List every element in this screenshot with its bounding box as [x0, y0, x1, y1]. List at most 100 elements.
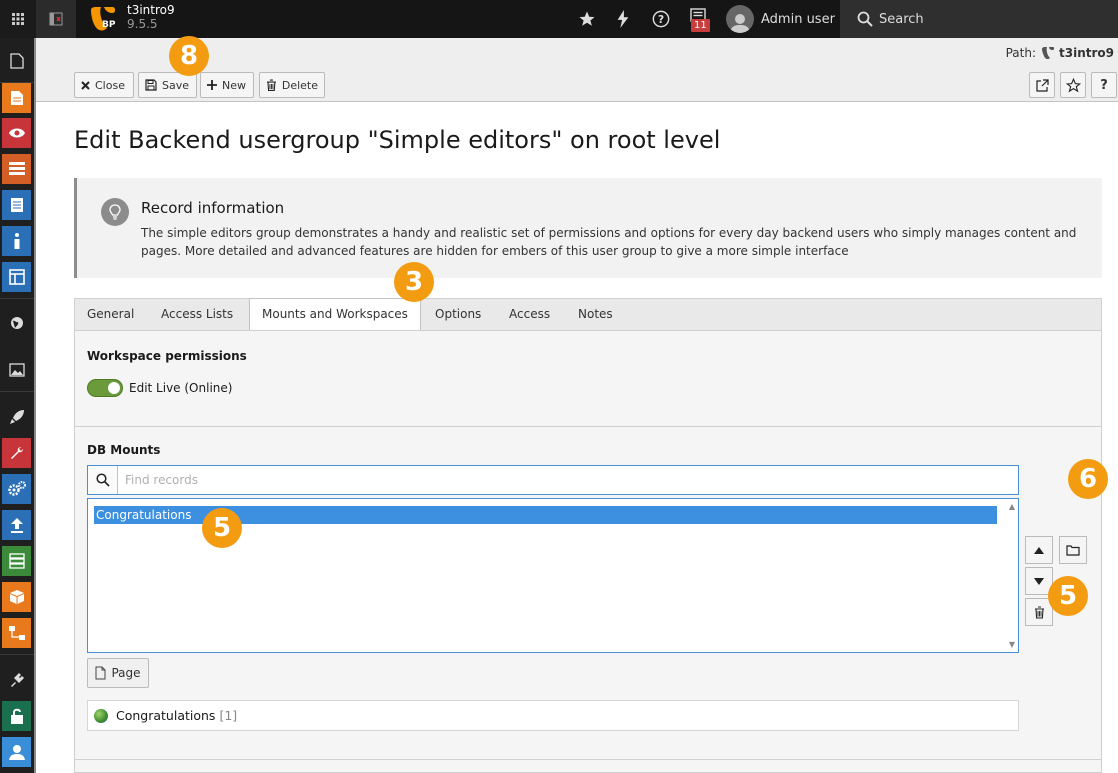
breadcrumb: Path: t3intro9 — [1006, 46, 1114, 60]
unlock-icon — [10, 708, 23, 724]
search-icon — [88, 466, 118, 494]
save-icon — [145, 79, 157, 91]
sidebar-item-plugin[interactable] — [2, 665, 31, 695]
open-in-new-window-button[interactable] — [1029, 72, 1055, 98]
new-button[interactable]: New — [200, 72, 254, 98]
module-menu-button[interactable] — [0, 0, 36, 38]
sidebar-item-form[interactable] — [2, 190, 31, 220]
close-button[interactable]: Close — [74, 72, 134, 98]
form-icon — [10, 198, 23, 212]
help-button[interactable]: ? — [643, 0, 679, 38]
sidebar-item-permissions[interactable] — [2, 701, 31, 731]
collapse-tree-icon — [49, 12, 63, 26]
star-icon — [579, 11, 595, 26]
navigation-toggle-button[interactable] — [36, 0, 76, 38]
rocket-icon — [9, 410, 24, 424]
sitemap-icon — [8, 626, 25, 640]
list-icon — [8, 162, 25, 175]
callout-title: Record information — [141, 199, 285, 217]
svg-text:?: ? — [658, 13, 664, 26]
find-records-input[interactable] — [119, 466, 1018, 494]
wrench-icon — [10, 447, 23, 459]
sidebar-item-sites[interactable] — [2, 308, 31, 338]
help-circle-icon: ? — [652, 10, 670, 28]
info-icon — [14, 233, 19, 249]
top-bar: BP t3intro9 9.5.5 ? 11 Admin user Search — [0, 0, 1118, 38]
template-icon — [8, 269, 25, 285]
bookmark-button[interactable] — [1060, 72, 1086, 98]
annotation-marker-save: 8 — [169, 36, 209, 76]
context-help-button[interactable]: ? — [1091, 72, 1117, 98]
annotation-marker-list: 5 — [202, 508, 242, 548]
tab-access-lists[interactable]: Access Lists — [149, 299, 245, 330]
move-up-button[interactable] — [1025, 536, 1053, 564]
annotation-marker-browse: 6 — [1068, 459, 1108, 499]
tab-mounts-and-workspaces[interactable]: Mounts and Workspaces — [249, 298, 421, 331]
grid-icon — [12, 13, 24, 25]
tab-options[interactable]: Options — [423, 299, 493, 330]
db-mounts-title: DB Mounts — [87, 443, 161, 457]
question-mark-icon: ? — [1100, 77, 1108, 93]
site-logo[interactable]: BP — [88, 4, 118, 34]
scroll-down-arrow-icon[interactable]: ▼ — [1009, 640, 1015, 649]
sidebar-item-environment[interactable] — [2, 546, 31, 576]
add-page-button[interactable]: Page — [87, 658, 149, 688]
tab-general[interactable]: General — [75, 299, 146, 330]
add-page-label: Page — [111, 666, 141, 680]
divider — [75, 426, 1101, 427]
globe-icon — [10, 317, 23, 329]
trash-icon — [266, 79, 276, 91]
delete-button[interactable]: Delete — [259, 72, 325, 98]
selected-record-row[interactable]: Congratulations [1] — [87, 700, 1019, 731]
plus-icon — [207, 80, 217, 90]
tab-access[interactable]: Access — [497, 299, 562, 330]
avatar — [726, 5, 754, 33]
form-tabs: General Access Lists Mounts and Workspac… — [74, 298, 1102, 331]
sidebar-item-filelist[interactable] — [2, 355, 31, 385]
workspace-permissions-title: Workspace permissions — [87, 349, 247, 363]
tab-notes[interactable]: Notes — [566, 299, 625, 330]
star-outline-icon — [1065, 77, 1081, 92]
sidebar-item-view[interactable] — [2, 118, 31, 148]
arrow-down-icon — [1034, 577, 1044, 585]
browse-records-button[interactable] — [1059, 536, 1087, 564]
lightbulb-icon — [101, 198, 129, 226]
close-icon — [81, 80, 90, 90]
sidebar-item-page-module[interactable] — [2, 83, 31, 113]
sidebar-item-packages[interactable] — [2, 582, 31, 612]
sidebar-item-info[interactable] — [2, 226, 31, 256]
sidebar-item-list[interactable] — [2, 154, 31, 184]
sidebar-item-template[interactable] — [2, 262, 31, 292]
folder-icon — [1066, 544, 1080, 556]
sidebar-item-sitemap[interactable] — [2, 618, 31, 648]
clear-cache-button[interactable] — [605, 0, 641, 38]
site-logo-text: BP — [102, 20, 116, 30]
arrow-up-icon — [1034, 546, 1044, 554]
path-value[interactable]: t3intro9 — [1059, 46, 1114, 60]
cogs-icon — [7, 481, 26, 496]
annotation-marker-tab: 3 — [394, 262, 434, 302]
site-name: t3intro9 — [127, 3, 175, 17]
user-menu[interactable]: Admin user — [722, 0, 840, 38]
sidebar-item-maintenance[interactable] — [2, 438, 31, 468]
typo3-logo-icon — [1042, 47, 1054, 60]
sidebar-item-upgrade[interactable] — [2, 510, 31, 540]
sidebar-item-page[interactable] — [2, 46, 31, 76]
page-module-icon — [10, 91, 23, 105]
record-information-callout: Record information The simple editors gr… — [74, 178, 1102, 278]
module-sidebar — [0, 38, 36, 773]
find-records-box — [87, 465, 1019, 495]
view-eye-icon — [8, 128, 25, 138]
bookmarks-button[interactable] — [569, 0, 605, 38]
edit-live-toggle[interactable] — [87, 379, 123, 397]
user-avatar-icon — [730, 14, 750, 33]
scroll-up-arrow-icon[interactable]: ▲ — [1009, 502, 1015, 511]
sidebar-item-extensions[interactable] — [2, 402, 31, 432]
user-name: Admin user — [761, 11, 835, 27]
search-label: Search — [879, 11, 924, 27]
globe-icon — [94, 708, 108, 723]
global-search[interactable]: Search — [840, 0, 1118, 38]
save-button-label: Save — [162, 78, 190, 92]
sidebar-item-settings[interactable] — [2, 474, 31, 504]
sidebar-item-users[interactable] — [2, 737, 31, 767]
